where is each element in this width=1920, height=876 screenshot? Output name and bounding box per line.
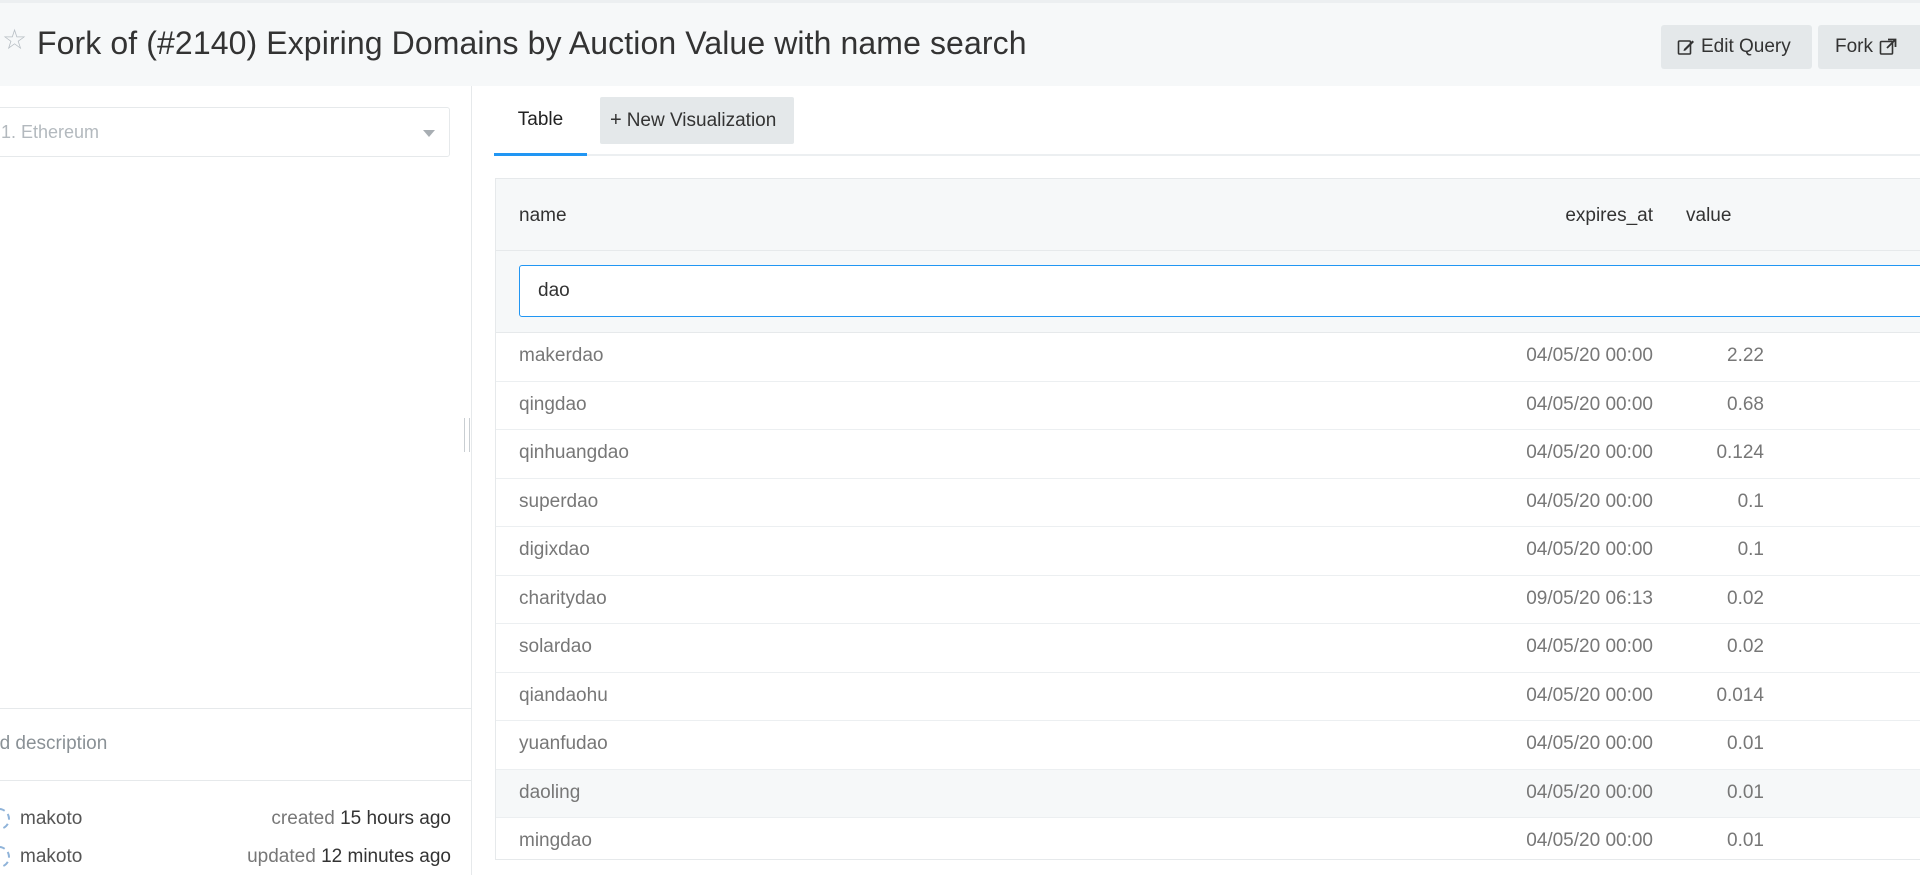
query-header: ☆ Fork of (#2140) Expiring Domains by Au… (0, 0, 1920, 86)
cell-expires-at: 04/05/20 00:00 (1526, 490, 1653, 512)
fork-button[interactable]: Fork (1818, 25, 1920, 69)
cell-value: 0.68 (1727, 393, 1764, 415)
cell-expires-at: 04/05/20 00:00 (1526, 442, 1653, 463)
table-row[interactable]: qingdao 04/05/20 00:00 0.68 (496, 382, 1920, 430)
table-body: makerdao 04/05/20 00:00 2.22 qingdao 04/05/2… (496, 333, 1920, 859)
meta-time: updated 12 minutes ago (247, 846, 451, 867)
description-placeholder: dd description (0, 733, 108, 754)
edit-query-label: Edit Query (1701, 36, 1791, 57)
column-header-value[interactable]: value (1686, 205, 1731, 227)
cell-expires-at: 04/05/20 00:00 (1526, 830, 1653, 851)
new-visualization-button[interactable]: + New Visualization (600, 97, 794, 144)
panel-resize-handle[interactable] (464, 418, 470, 452)
cell-expires-at: 04/05/20 00:00 (1526, 539, 1653, 560)
visualization-tabs: Table + New Visualization (494, 86, 1920, 156)
cell-name: yuanfudao (519, 733, 608, 754)
cell-value: 0.02 (1727, 587, 1764, 609)
avatar (0, 846, 10, 868)
caret-down-icon (423, 130, 435, 137)
cell-name: qinhuangdao (519, 442, 629, 463)
avatar (0, 808, 10, 830)
filter-row: dao (496, 251, 1920, 333)
cell-expires-at: 09/05/20 06:13 (1526, 587, 1653, 609)
page-title[interactable]: Fork of (#2140) Expiring Domains by Auct… (37, 25, 1027, 62)
cell-expires-at: 04/05/20 00:00 (1526, 393, 1653, 415)
created-meta: makoto created 15 hours ago (0, 808, 471, 838)
table-row[interactable]: mingdao 04/05/20 00:00 0.01 (496, 818, 1920, 859)
external-link-icon (1879, 38, 1897, 55)
data-source-select[interactable]: 1. Ethereum (0, 107, 450, 157)
cell-name: superdao (519, 490, 599, 512)
cell-value: 0.01 (1727, 830, 1764, 851)
description-field[interactable]: dd description (0, 708, 471, 781)
cell-name: charitydao (519, 587, 607, 609)
table-row[interactable]: qinhuangdao 04/05/20 00:00 0.124 (496, 430, 1920, 479)
table-row[interactable]: solardao 04/05/20 00:00 0.02 (496, 624, 1920, 673)
table-header: name expires_at value (496, 179, 1920, 251)
cell-name: mingdao (519, 830, 592, 851)
cell-name: solardao (519, 636, 592, 657)
star-icon[interactable]: ☆ (2, 26, 28, 54)
table-row[interactable]: daoling 04/05/20 00:00 0.01 (496, 769, 1920, 818)
cell-expires-at: 04/05/20 00:00 (1526, 733, 1653, 754)
query-sidebar: 1. Ethereum dd description makoto create… (0, 86, 472, 875)
cell-name: makerdao (519, 345, 604, 366)
cell-name: digixdao (519, 539, 590, 560)
cell-expires-at: 04/05/20 00:00 (1526, 684, 1653, 706)
edit-query-button[interactable]: Edit Query (1661, 25, 1812, 69)
tab-table[interactable]: Table (494, 86, 587, 156)
results-table: name expires_at value dao makerdao 04/05/… (495, 178, 1920, 860)
edit-icon (1677, 40, 1694, 55)
plus-icon: + (610, 109, 622, 131)
meta-user: makoto (20, 808, 83, 829)
cell-name: qiandaohu (519, 684, 608, 706)
meta-user: makoto (20, 846, 83, 867)
table-row[interactable]: yuanfudao 04/05/20 00:00 0.01 (496, 721, 1920, 770)
name-filter-input[interactable]: dao (519, 265, 1920, 317)
cell-expires-at: 04/05/20 00:00 (1526, 345, 1653, 366)
table-row[interactable]: superdao 04/05/20 00:00 0.1 (496, 479, 1920, 527)
cell-name: daoling (519, 781, 581, 803)
cell-value: 0.02 (1727, 636, 1764, 657)
cell-value: 0.1 (1737, 490, 1764, 512)
table-row[interactable]: charitydao 09/05/20 06:13 0.02 (496, 576, 1920, 624)
table-row[interactable]: makerdao 04/05/20 00:00 2.22 (496, 333, 1920, 382)
table-row[interactable]: qiandaohu 04/05/20 00:00 0.014 (496, 673, 1920, 721)
cell-value: 0.1 (1737, 539, 1764, 560)
cell-value: 0.014 (1716, 684, 1764, 706)
new-visualization-label: New Visualization (626, 109, 777, 131)
cell-value: 0.01 (1727, 781, 1764, 803)
cell-expires-at: 04/05/20 00:00 (1526, 636, 1653, 657)
column-header-name[interactable]: name (519, 205, 567, 227)
cell-value: 2.22 (1727, 345, 1764, 366)
table-row[interactable]: digixdao 04/05/20 00:00 0.1 (496, 527, 1920, 576)
meta-time: created 15 hours ago (271, 808, 451, 829)
updated-meta: makoto updated 12 minutes ago (0, 846, 471, 876)
cell-expires-at: 04/05/20 00:00 (1526, 781, 1653, 803)
fork-label: Fork (1835, 36, 1873, 57)
cell-name: qingdao (519, 393, 587, 415)
cell-value: 0.124 (1716, 442, 1764, 463)
cell-value: 0.01 (1727, 733, 1764, 754)
column-header-expires-at[interactable]: expires_at (1565, 205, 1653, 227)
data-source-value: 1. Ethereum (1, 122, 100, 142)
